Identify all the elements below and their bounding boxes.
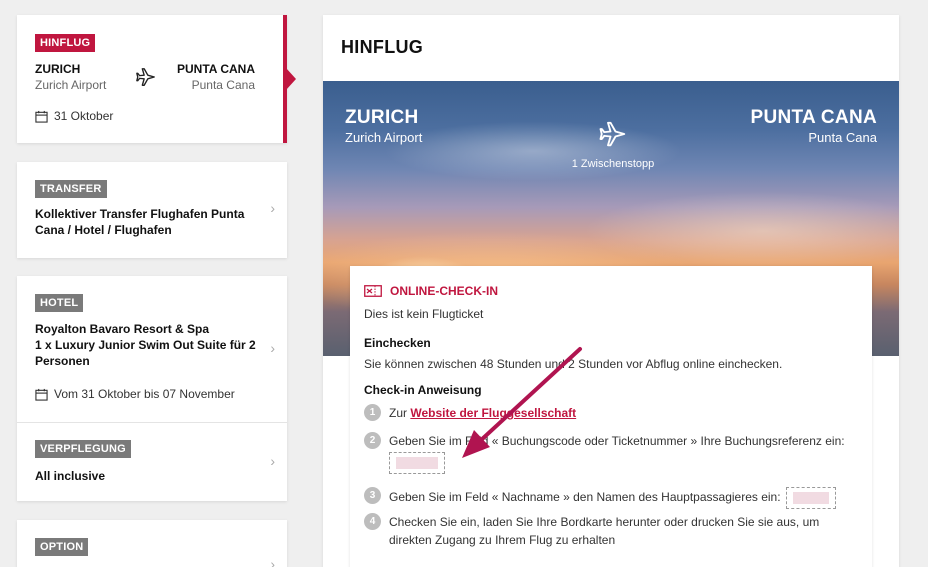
verpflegung-section[interactable]: VERPFLEGUNG All inclusive › (17, 423, 287, 501)
to-airport: Punta Cana (191, 78, 255, 92)
hotel-room: 1 x Luxury Junior Swim Out Suite für 2 (35, 338, 256, 352)
checkin-step-1: 1 Zur Website der Fluggesellschaft (364, 404, 576, 422)
step-3-text: Geben Sie im Feld « Nachname » den Namen… (389, 490, 781, 505)
step-4-line-2: direkten Zugang zu Ihrem Flug zu erhalte… (389, 533, 616, 547)
chevron-right-icon: › (270, 556, 275, 567)
redacted-value (792, 492, 829, 504)
option-card[interactable]: OPTION › (17, 520, 287, 567)
step-number: 3 (364, 487, 381, 504)
hero-to-city: PUNTA CANA (750, 107, 877, 128)
checkin-header-text: ONLINE-CHECK-IN (390, 284, 498, 298)
hero-to-airport: Punta Cana (808, 130, 877, 145)
chevron-right-icon: › (270, 340, 275, 356)
step-number: 1 (364, 404, 381, 421)
plane-icon (136, 68, 155, 86)
page-title: HINFLUG (341, 37, 424, 57)
from-city: ZURICH (35, 62, 81, 76)
airline-website-link[interactable]: Website der Fluggesellschaft (410, 406, 576, 420)
calendar-icon (35, 388, 48, 401)
checkin-step-3: 3 Geben Sie im Feld « Nachname » den Nam… (364, 487, 836, 509)
active-pointer (286, 68, 296, 90)
plane-icon (599, 121, 626, 147)
hotel-card[interactable]: HOTEL Royalton Bavaro Resort & Spa 1 x L… (17, 276, 287, 501)
flight-date: 31 Oktober (35, 109, 113, 123)
transfer-badge: TRANSFER (35, 180, 107, 198)
not-ticket-note: Dies ist kein Flugticket (364, 307, 484, 321)
einchecken-text: Sie können zwischen 48 Stunden und 2 Stu… (364, 357, 783, 371)
hero-from-city: ZURICH (345, 107, 419, 128)
from-airport: Zurich Airport (35, 78, 107, 92)
online-checkin-box: ONLINE-CHECK-IN Dies ist kein Flugticket… (350, 266, 872, 567)
passenger-name-field[interactable] (785, 487, 836, 509)
hotel-badge: HOTEL (35, 294, 84, 312)
hinflug-card[interactable]: HINFLUG ZURICH Zurich Airport PUNTA CANA… (17, 15, 296, 143)
redacted-value (396, 457, 438, 469)
hotel-name: Royalton Bavaro Resort & Spa (35, 322, 210, 336)
step-2-text: Geben Sie im Feld « Buchungscode oder Ti… (389, 434, 845, 448)
checkin-step-2: 2 Geben Sie im Feld « Buchungscode oder … (364, 432, 845, 479)
checkin-step-4: 4 Checken Sie ein, laden Sie Ihre Bordka… (364, 513, 819, 549)
hotel-dates: Vom 31 Oktober bis 07 November (35, 387, 235, 401)
chevron-right-icon: › (270, 200, 275, 216)
to-city: PUNTA CANA (177, 62, 255, 76)
booking-reference-field[interactable] (389, 452, 445, 474)
step-4-line-1: Checken Sie ein, laden Sie Ihre Bordkart… (389, 515, 820, 529)
step-number: 4 (364, 513, 381, 530)
chevron-right-icon: › (270, 453, 275, 469)
einchecken-title: Einchecken (364, 336, 431, 350)
main-panel: HINFLUG ZURICH Zurich Airport 1 Zwischen… (323, 15, 899, 567)
transfer-line-1: Kollektiver Transfer Flughafen Punta (35, 207, 245, 221)
ticket-icon (364, 285, 382, 297)
route-summary: ZURICH Zurich Airport PUNTA CANA Punta C… (35, 61, 255, 95)
hotel-dates-text: Vom 31 Oktober bis 07 November (54, 387, 235, 401)
date-text: 31 Oktober (54, 109, 114, 123)
step-1-prefix: Zur (389, 406, 411, 420)
transfer-card[interactable]: TRANSFER Kollektiver Transfer Flughafen … (17, 162, 287, 258)
hero-from-airport: Zurich Airport (345, 130, 423, 145)
option-badge: OPTION (35, 538, 89, 556)
checkin-header: ONLINE-CHECK-IN (364, 284, 498, 298)
verpflegung-value: All inclusive (35, 469, 106, 483)
hinflug-badge: HINFLUG (35, 34, 96, 52)
stops-count: 1 Zwischenstopp (571, 158, 655, 170)
transfer-line-2: Cana / Hotel / Flughafen (35, 223, 172, 237)
calendar-icon (35, 110, 48, 123)
anweisung-title: Check-in Anweisung (364, 383, 482, 397)
verpflegung-badge: VERPFLEGUNG (35, 440, 131, 458)
step-number: 2 (364, 432, 381, 449)
hotel-room-cont: Personen (35, 354, 90, 368)
